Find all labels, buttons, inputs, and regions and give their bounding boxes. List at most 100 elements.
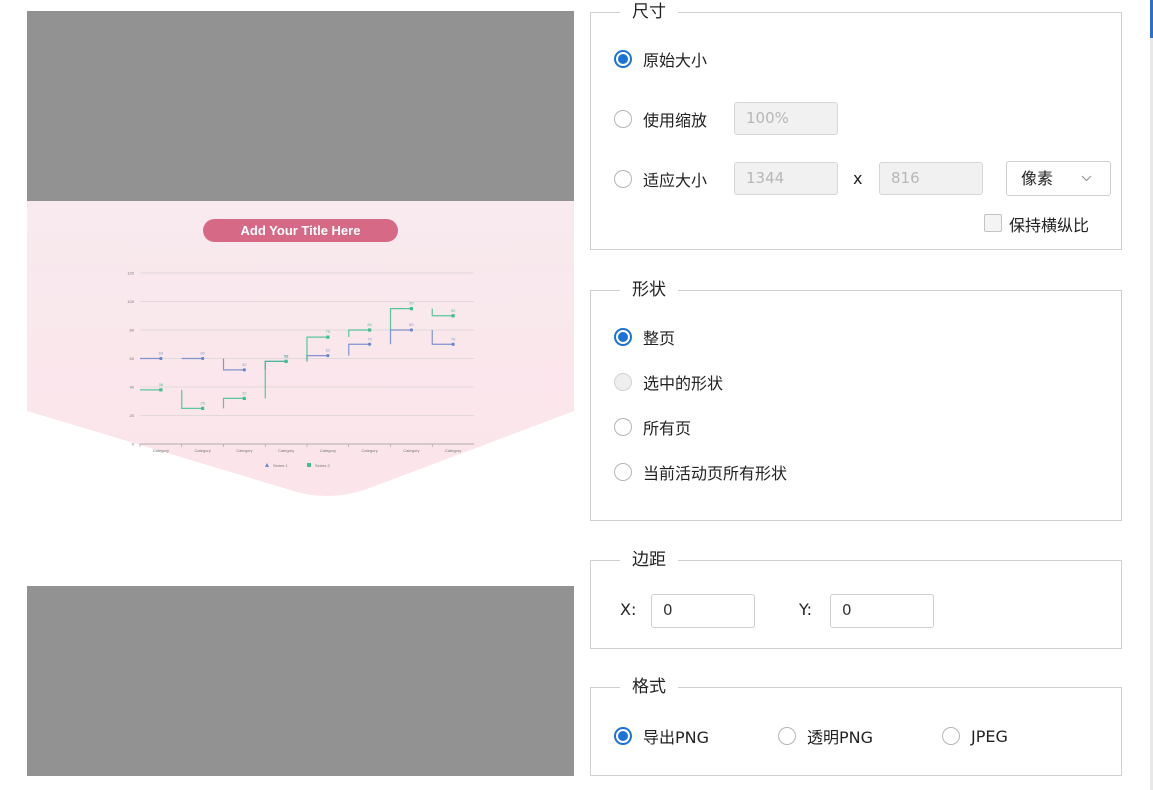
chart-data-point	[409, 307, 413, 311]
size-group: 尺寸 原始大小 使用缩放 100% 适应大小 1344 x 816 像素 保持横…	[590, 0, 1122, 250]
chart-data-point	[451, 314, 455, 318]
chart-x-tick-label: Category	[445, 448, 461, 453]
radio-checked-icon[interactable]	[614, 328, 632, 346]
shape-option-label: 整页	[643, 329, 676, 348]
size-scale-label: 使用缩放	[643, 111, 708, 130]
chart-data-point	[368, 328, 372, 332]
chart-title: Add Your Title Here	[241, 223, 361, 238]
chart-data-point	[326, 335, 330, 339]
chart-data-label: 60	[159, 351, 164, 356]
unit-select-value: 像素	[1021, 169, 1054, 188]
keep-ratio-label: 保持横纵比	[1009, 216, 1090, 235]
format-option-label: 导出PNG	[643, 728, 710, 747]
chart-y-tick-label: 120	[127, 271, 134, 276]
format-group-legend: 格式	[620, 675, 678, 699]
scale-input[interactable]: 100%	[734, 102, 838, 135]
chart-x-tick-label: Category	[320, 448, 336, 453]
chart-y-tick-label: 20	[130, 413, 135, 418]
shape-option-label: 当前活动页所有形状	[643, 464, 788, 483]
chart-data-point	[159, 388, 163, 392]
margin-group-legend: 边距	[620, 548, 678, 572]
chart-data-label: 62	[326, 348, 331, 353]
margin-x-input[interactable]: 0	[651, 594, 755, 628]
size-fit-label: 适应大小	[643, 171, 708, 190]
size-scale-option[interactable]: 使用缩放	[614, 107, 707, 131]
shape-option-all-pages[interactable]: 所有页	[614, 415, 691, 439]
keep-ratio-checkbox[interactable]	[984, 214, 1002, 232]
chart-data-label: 80	[409, 322, 414, 327]
radio-disabled-icon	[614, 373, 632, 391]
margin-x-label: X:	[620, 600, 637, 619]
chart-data-point	[242, 396, 246, 400]
chart-data-point	[201, 406, 205, 410]
chart-data-point	[201, 356, 205, 361]
chart-x-tick-label: Category	[278, 448, 294, 453]
chart-data-label: 70	[451, 336, 456, 341]
shape-group: 形状 整页 选中的形状 所有页 当前活动页所有形状	[590, 278, 1122, 521]
shape-option-whole-page[interactable]: 整页	[614, 325, 675, 349]
preview-chart: Add Your Title Here 020406080100120 Cate…	[27, 201, 574, 496]
chart-data-label: 52	[242, 362, 247, 367]
preview-background-shape	[27, 201, 574, 496]
preview-page: Add Your Title Here 0 20 40 60 80 100 120 Cate…	[27, 201, 574, 586]
shape-option-label: 所有页	[643, 419, 692, 438]
height-input[interactable]: 816	[879, 162, 983, 195]
format-group: 格式 导出PNG 透明PNG JPEG	[590, 675, 1122, 776]
radio-unchecked-icon[interactable]	[614, 418, 632, 436]
margin-group: 边距 X: 0 Y: 0	[590, 548, 1122, 649]
shape-group-legend: 形状	[620, 278, 678, 302]
chart-legend-label: Series 1	[273, 463, 288, 468]
format-option-jpeg[interactable]: JPEG	[942, 724, 1008, 748]
radio-checked-icon[interactable]	[614, 50, 632, 68]
unit-select[interactable]: 像素	[1006, 161, 1111, 196]
chart-data-label: 95	[409, 301, 414, 306]
chart-legend-label: Series 2	[315, 463, 330, 468]
chart-data-point	[159, 356, 163, 361]
margin-y-label: Y:	[799, 600, 813, 619]
radio-unchecked-icon[interactable]	[614, 110, 632, 128]
radio-unchecked-icon[interactable]	[614, 463, 632, 481]
size-x-separator: x	[853, 169, 863, 188]
chart-data-label: 60	[200, 351, 205, 356]
format-option-transparent-png[interactable]: 透明PNG	[778, 724, 873, 748]
shape-option-selected: 选中的形状	[614, 370, 723, 394]
chart-y-tick-label: 100	[127, 299, 134, 304]
format-option-png[interactable]: 导出PNG	[614, 724, 709, 748]
radio-unchecked-icon[interactable]	[942, 727, 960, 745]
chart-x-tick-label: Category	[195, 448, 211, 453]
chart-data-point	[326, 354, 330, 358]
shape-option-active-page-shapes[interactable]: 当前活动页所有形状	[614, 460, 787, 484]
chart-data-point	[242, 368, 246, 372]
chart-data-point	[409, 328, 413, 332]
chart-data-point	[368, 342, 372, 346]
chart-data-label: 38	[159, 382, 164, 387]
chart-data-label: 80	[367, 322, 372, 327]
chart-x-tick-label: Category	[153, 448, 169, 453]
chevron-down-icon	[1081, 175, 1092, 182]
radio-unchecked-icon[interactable]	[614, 170, 632, 188]
radio-unchecked-icon[interactable]	[778, 727, 796, 745]
chart-data-point	[284, 359, 288, 363]
radio-checked-icon[interactable]	[614, 727, 632, 745]
chart-data-label: 75	[326, 329, 331, 334]
chart-y-tick-label: 80	[130, 328, 135, 333]
chart-y-tick-label: 60	[130, 356, 135, 361]
size-group-legend: 尺寸	[620, 0, 678, 24]
chart-x-tick-label: Category	[403, 448, 419, 453]
chart-data-label: 58	[284, 353, 289, 358]
chart-data-label: 70	[367, 336, 372, 341]
width-input[interactable]: 1344	[734, 162, 838, 195]
export-preview: Add Your Title Here 0 20 40 60 80 100 120 Cate…	[27, 11, 574, 776]
chart-data-label: 32	[242, 390, 247, 395]
chart-y-tick-label: 40	[130, 385, 135, 390]
chart-data-label: 90	[451, 308, 456, 313]
shape-option-label: 选中的形状	[643, 374, 724, 393]
format-option-label: 透明PNG	[807, 728, 874, 747]
margin-y-input[interactable]: 0	[830, 594, 934, 628]
chart-x-tick-label: Category	[362, 448, 378, 453]
size-fit-option[interactable]: 适应大小	[614, 167, 707, 191]
size-original-option[interactable]: 原始大小	[614, 47, 707, 71]
size-original-label: 原始大小	[643, 51, 708, 70]
chart-data-label: 25	[200, 400, 205, 405]
chart-data-point	[451, 342, 455, 346]
